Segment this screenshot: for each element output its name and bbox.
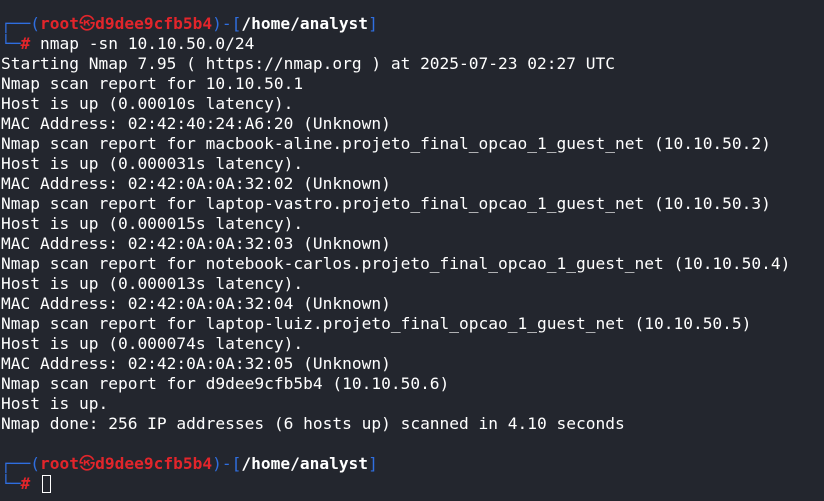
prompt-close-bracket: ]	[368, 14, 378, 33]
output-line: Host is up (0.000013s latency).	[1, 274, 304, 293]
prompt-path: /home/analyst	[241, 454, 369, 473]
prompt-path: /home/analyst	[241, 14, 369, 33]
prompt-command-line: └─# nmap -sn 10.10.50.0/24	[1, 34, 824, 54]
text-cursor[interactable]	[42, 475, 51, 493]
output-line: Nmap scan report for 10.10.50.1	[1, 74, 304, 93]
output-line: Nmap scan report for notebook-carlos.pro…	[1, 254, 791, 273]
output-line: MAC Address: 02:42:0A:0A:32:04 (Unknown)	[1, 294, 391, 313]
output-line: Host is up.	[1, 394, 109, 413]
prompt-host: d9dee9cfb5b4	[95, 14, 213, 33]
prompt-user: root	[39, 454, 79, 473]
prompt-frame-bottom: └─	[1, 34, 21, 53]
prompt-at-symbol: ㉿	[78, 14, 96, 33]
prompt-frame-bottom: └─	[1, 474, 21, 493]
output-line: MAC Address: 02:42:40:24:A6:20 (Unknown)	[1, 114, 391, 133]
prompt-user: root	[39, 14, 79, 33]
prompt-header-line: ┌──(root㉿d9dee9cfb5b4)-[/home/analyst]	[1, 454, 824, 474]
output-line: MAC Address: 02:42:0A:0A:32:02 (Unknown)	[1, 174, 391, 193]
command-text: nmap -sn 10.10.50.0/24	[30, 34, 255, 53]
prompt-frame-top: ┌──(	[1, 14, 40, 33]
prompt-header-line: ┌──(root㉿d9dee9cfb5b4)-[/home/analyst]	[1, 14, 824, 34]
output-line: Host is up (0.00010s latency).	[1, 94, 294, 113]
output-line: Host is up (0.000074s latency).	[1, 334, 304, 353]
terminal-window[interactable]: ┌──(root㉿d9dee9cfb5b4)-[/home/analyst] └…	[0, 0, 824, 501]
output-line: Nmap done: 256 IP addresses (6 hosts up)…	[1, 414, 625, 433]
prompt-input-line[interactable]: └─#	[1, 474, 824, 494]
prompt-close-bracket: ]	[368, 454, 378, 473]
output-line: Nmap scan report for laptop-vastro.proje…	[1, 194, 771, 213]
output-line: Nmap scan report for d9dee9cfb5b4 (10.10…	[1, 374, 450, 393]
prompt-host: d9dee9cfb5b4	[95, 454, 213, 473]
prompt-separator: )-[	[212, 14, 242, 33]
prompt-at-symbol: ㉿	[78, 454, 96, 473]
output-line: MAC Address: 02:42:0A:0A:32:03 (Unknown)	[1, 234, 391, 253]
output-line: Starting Nmap 7.95 ( https://nmap.org ) …	[1, 54, 615, 73]
output-line: Host is up (0.000031s latency).	[1, 154, 304, 173]
prompt-hash: #	[20, 474, 31, 493]
command-output: Starting Nmap 7.95 ( https://nmap.org ) …	[1, 54, 824, 434]
prompt-hash: #	[20, 34, 31, 53]
output-line: Nmap scan report for macbook-aline.proje…	[1, 134, 771, 153]
output-line: Host is up (0.000015s latency).	[1, 214, 304, 233]
prompt-separator: )-[	[212, 454, 242, 473]
output-line: Nmap scan report for laptop-luiz.projeto…	[1, 314, 752, 333]
output-line: MAC Address: 02:42:0A:0A:32:05 (Unknown)	[1, 354, 391, 373]
prompt-frame-top: ┌──(	[1, 454, 40, 473]
